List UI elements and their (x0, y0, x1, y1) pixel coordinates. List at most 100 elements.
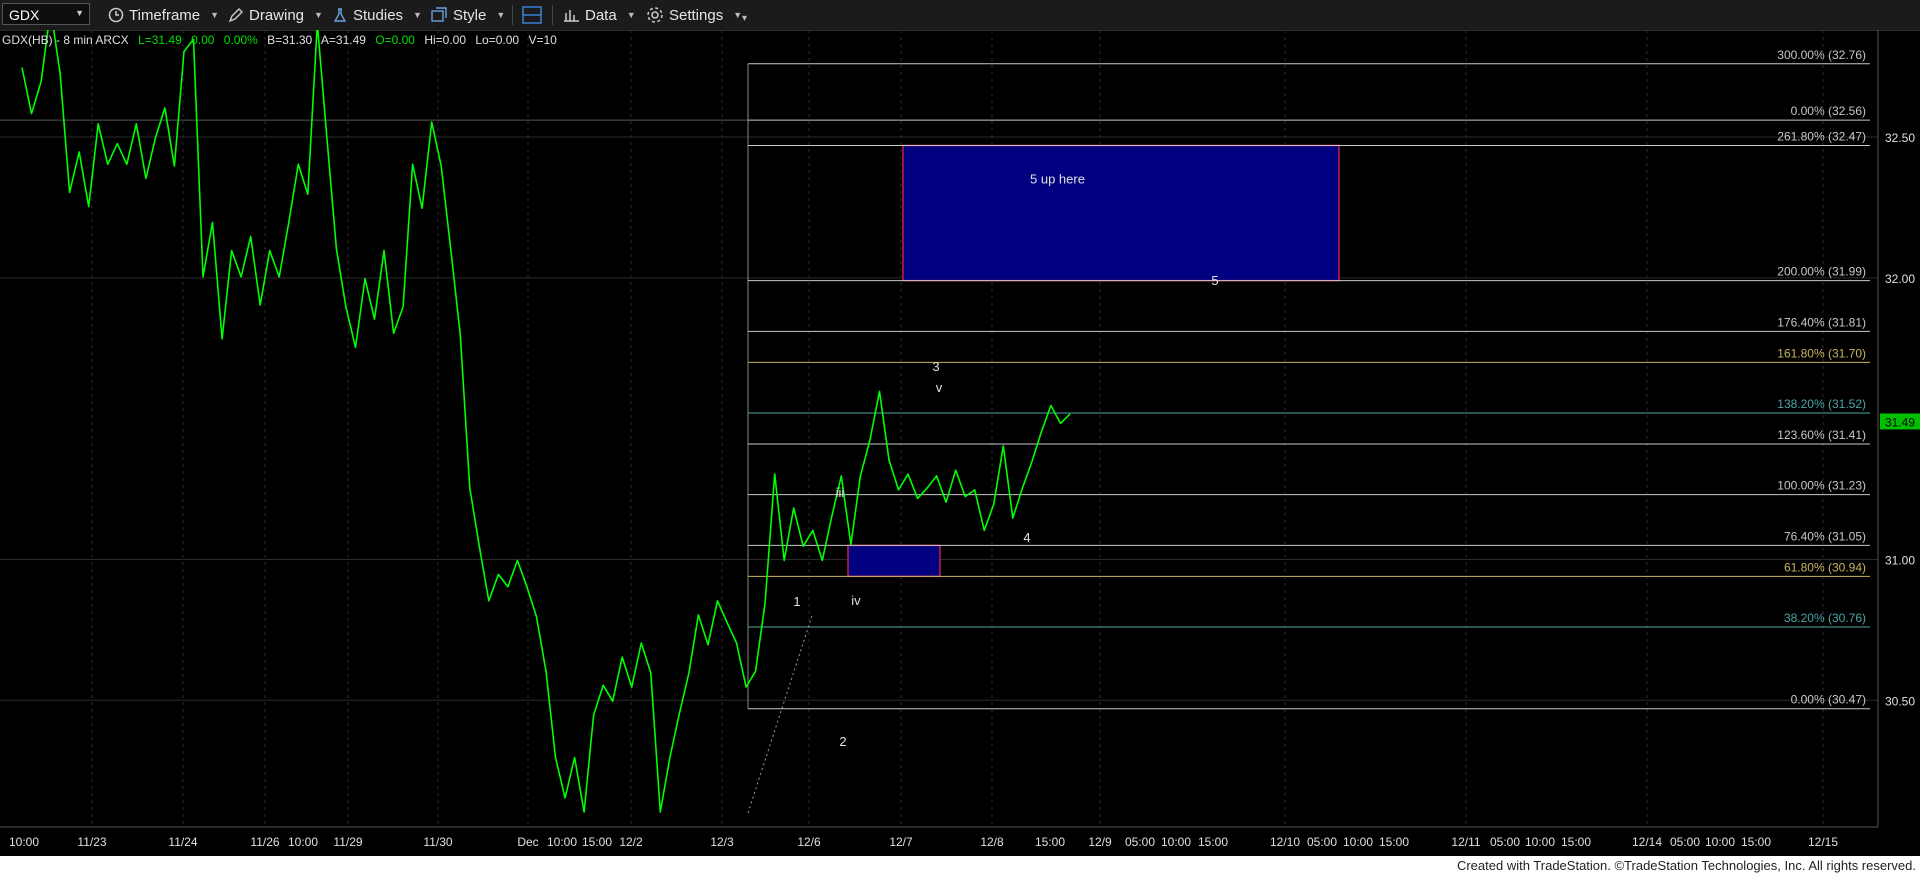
studies-menu[interactable]: Studies ▼ (332, 5, 422, 25)
chart-boxes: 5 up here (847, 144, 1340, 578)
style-icon (431, 7, 447, 22)
x-tick-label: 12/7 (889, 835, 913, 849)
x-tick-label: 11/29 (333, 835, 362, 849)
fib-level-label: 76.40% (31.05) (1784, 529, 1866, 543)
x-tick-label: 10:00 (1705, 835, 1735, 849)
pencil-icon (228, 8, 243, 23)
wave-label: v (936, 380, 943, 395)
fib-level-label: 61.80% (30.94) (1784, 560, 1866, 574)
x-tick-label: 10:00 (1343, 835, 1373, 849)
fib-level-label: 200.00% (31.99) (1777, 265, 1866, 279)
wave-label: 1 (793, 594, 800, 609)
timeframe-menu[interactable]: Timeframe ▼ (108, 5, 219, 25)
ask-value: A=31.49 (321, 33, 366, 47)
x-tick-label: 15:00 (1741, 835, 1771, 849)
bid-value: B=31.30 (267, 33, 312, 47)
target-zone-label: 5 up here (1030, 171, 1085, 186)
x-tick-label: 12/14 (1632, 835, 1662, 849)
x-tick-label: 12/11 (1451, 835, 1480, 849)
style-label: Style (453, 6, 487, 24)
x-tick-label: 12/6 (797, 835, 821, 849)
footer-credit: Created with TradeStation. ©TradeStation… (1456, 858, 1916, 873)
x-tick-label: 15:00 (1379, 835, 1409, 849)
data-label: Data (585, 6, 617, 24)
chevron-down-icon: ▼ (733, 10, 743, 20)
wave-labels: 1 2 iii iv v 3 4 5 (793, 273, 1218, 749)
fib-level-label: 176.40% (31.81) (1777, 315, 1866, 329)
fib-level-label: 100.00% (31.23) (1777, 479, 1866, 493)
symbol-dropdown[interactable]: GDX ▼ (2, 3, 90, 25)
x-tick-label: 05:00 (1125, 835, 1155, 849)
chevron-down-icon: ▼ (496, 10, 506, 20)
wave-label: iv (851, 593, 861, 608)
x-tick-label: 15:00 (582, 835, 612, 849)
timeframe-label: Timeframe (129, 6, 201, 24)
layout-button[interactable] (522, 5, 547, 25)
drawing-menu[interactable]: Drawing ▼ (228, 5, 323, 25)
fib-level-label: 261.80% (32.47) (1777, 129, 1866, 143)
settings-menu[interactable]: Settings ▼ (646, 5, 742, 25)
x-tick-label: 12/9 (1088, 835, 1112, 849)
fib-level-label: 138.20% (31.52) (1777, 397, 1866, 411)
toolbar-divider (552, 5, 553, 25)
chevron-down-icon: ▼ (314, 10, 323, 20)
x-tick-label: 05:00 (1490, 835, 1520, 849)
fib-level-label: 161.80% (31.70) (1777, 346, 1866, 360)
x-tick-label: 12/8 (980, 835, 1004, 849)
volume-value: V=10 (528, 33, 557, 47)
x-tick-label: 10:00 (1525, 835, 1555, 849)
x-tick-label: 05:00 (1307, 835, 1337, 849)
fib-level-label: 123.60% (31.41) (1777, 428, 1866, 442)
fib-level-label: 0.00% (30.47) (1791, 693, 1866, 707)
price-axis: 32.50 32.00 31.00 30.50 31.49 (1880, 131, 1920, 708)
x-tick-label: 12/15 (1808, 835, 1838, 849)
svg-text:GDX(HB) - 8 min ARCX L=: GDX(HB) - 8 min ARCX L=31.49 0.00 0.00% … (2, 33, 557, 47)
fib-level-label: 38.20% (30.76) (1784, 611, 1866, 625)
high-value: Hi=0.00 (424, 33, 466, 47)
y-tick-label: 31.00 (1885, 553, 1915, 567)
toolbar: GDX ▼ Timeframe ▼ Drawing ▼ Studies ▼ St… (0, 0, 1920, 31)
x-tick-label: Dec (517, 835, 538, 849)
y-tick-label: 30.50 (1885, 694, 1915, 708)
fib-level-label: 0.00% (32.56) (1791, 104, 1866, 118)
gear-icon (647, 7, 663, 23)
wave-label: 5 (1211, 273, 1218, 288)
chevron-down-icon: ▼ (626, 10, 636, 20)
symbol-text: GDX (9, 7, 40, 23)
small-zone-box[interactable] (847, 544, 941, 578)
current-price-label: 31.49 (1885, 415, 1915, 429)
x-tick-label: 05:00 (1670, 835, 1700, 849)
chevron-down-icon: ▼ (210, 10, 220, 20)
low-value: Lo=0.00 (475, 33, 519, 47)
chart-header: GDX(HB) - 8 min ARCX L=31.49 0.00 0.00% … (2, 33, 557, 47)
y-tick-label: 32.00 (1885, 272, 1915, 286)
wave-trendline (747, 615, 813, 814)
wave-label: 3 (932, 359, 939, 374)
chevron-down-icon: ▼ (75, 8, 84, 18)
style-menu[interactable]: Style ▼ (430, 5, 505, 25)
last-price: L=31.49 (138, 33, 182, 47)
flask-icon (333, 8, 347, 22)
x-tick-label: 10:00 (547, 835, 577, 849)
price-chart[interactable]: 5 up here 300.00% (32.76) 0.00% (32.56) 26… (0, 30, 1920, 856)
x-tick-label: 11/26 (250, 835, 279, 849)
change-value: 0.00 (191, 33, 215, 47)
x-tick-label: 10:00 (288, 835, 318, 849)
toolbar-divider (512, 5, 513, 25)
footer: Created with TradeStation. ©TradeStation… (0, 856, 1920, 876)
target-zone-box[interactable] (902, 144, 1340, 282)
clock-icon (108, 7, 124, 23)
open-value: O=0.00 (375, 33, 415, 47)
fib-level-label: 300.00% (32.76) (1777, 48, 1866, 62)
x-tick-label: 10:00 (1161, 835, 1191, 849)
settings-label: Settings (669, 6, 724, 24)
chart-title: GDX(HB) - 8 min ARCX (2, 33, 129, 47)
data-menu[interactable]: Data ▼ (562, 5, 636, 25)
wave-label: iii (836, 485, 845, 500)
toolbar-overflow-button[interactable]: ▾ (742, 8, 747, 28)
wave-label: 4 (1023, 530, 1030, 545)
change-percent: 0.00% (224, 33, 258, 47)
layout-icon (522, 6, 542, 24)
time-axis: 10:00 11/23 11/24 11/26 10:00 11/29 11/30 Dec 10… (9, 835, 1838, 849)
x-tick-label: 15:00 (1561, 835, 1591, 849)
